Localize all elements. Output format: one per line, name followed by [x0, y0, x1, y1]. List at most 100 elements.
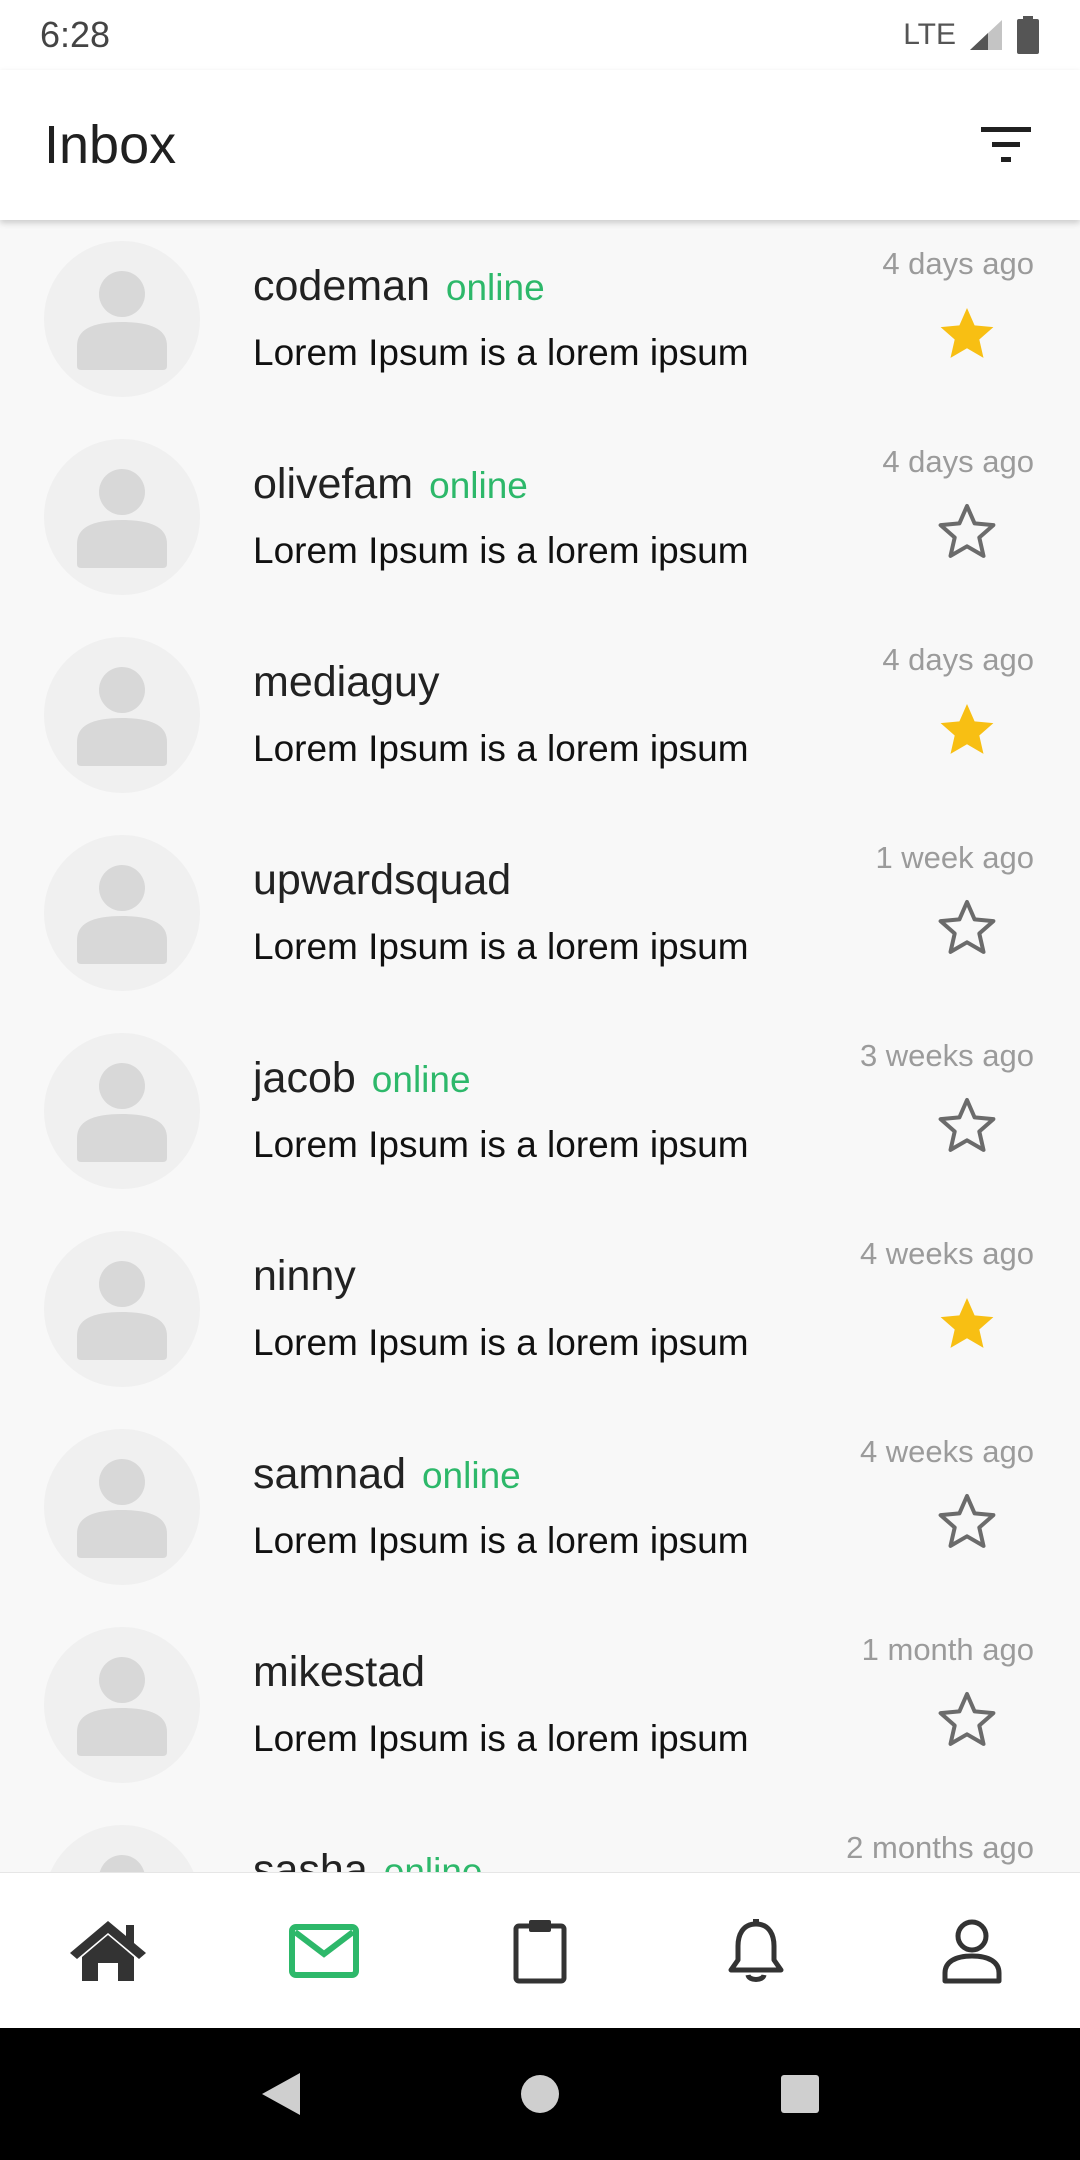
name-line: samnad online	[253, 1450, 521, 1499]
star-filled-icon	[940, 308, 994, 358]
system-navigation-bar	[0, 2028, 1080, 2160]
message-time: 2 months ago	[846, 1830, 1034, 1865]
star-toggle[interactable]	[937, 898, 997, 958]
online-status: online	[445, 267, 545, 308]
back-icon	[262, 2073, 300, 2115]
square-recents-icon	[781, 2075, 819, 2113]
contact-name: upwardsquad	[253, 856, 512, 904]
back-button[interactable]	[240, 2054, 320, 2134]
user-placeholder-icon	[99, 1855, 145, 1872]
name-line: jacob online	[253, 1054, 471, 1103]
conversation-row[interactable]: samnad online Lorem Ipsum is a lorem ipsum…	[0, 1408, 1080, 1606]
star-toggle[interactable]	[937, 1096, 997, 1156]
avatar	[44, 637, 200, 793]
avatar	[44, 1825, 200, 1872]
star-outline-icon	[938, 1494, 996, 1548]
star-toggle[interactable]	[937, 1492, 997, 1552]
user-placeholder-icon	[77, 1459, 167, 1558]
avatar	[44, 835, 200, 991]
home-icon	[70, 1920, 146, 1981]
message-preview: Lorem Ipsum is a lorem ipsum	[253, 1322, 749, 1363]
message-preview: Lorem Ipsum is a lorem ipsum	[253, 530, 749, 571]
message-time: 1 month ago	[861, 1632, 1034, 1667]
filter-icon	[981, 127, 1031, 162]
nav-tasks[interactable]	[480, 1891, 600, 2011]
online-status: online	[371, 1059, 471, 1100]
user-placeholder-icon	[77, 1261, 167, 1360]
star-toggle[interactable]	[937, 1294, 997, 1354]
status-time: 6:28	[40, 14, 111, 55]
status-bar: 6:28 LTE	[0, 0, 1080, 70]
conversation-row[interactable]: jacob online Lorem Ipsum is a lorem ipsum 3…	[0, 1012, 1080, 1210]
avatar	[44, 439, 200, 595]
online-status: online	[383, 1851, 483, 1872]
star-toggle[interactable]	[937, 700, 997, 760]
contact-name: codeman	[253, 262, 430, 310]
message-time: 4 weeks ago	[859, 1434, 1034, 1469]
star-outline-icon	[938, 1692, 996, 1746]
name-line: mediaguy	[253, 658, 439, 707]
user-placeholder-icon	[77, 1063, 167, 1162]
contact-name: mikestad	[253, 1648, 426, 1696]
avatar	[44, 1231, 200, 1387]
online-status: online	[429, 465, 528, 506]
filter-button[interactable]	[976, 115, 1036, 175]
online-status: online	[421, 1455, 521, 1496]
nav-messages[interactable]	[264, 1891, 384, 2011]
message-time: 1 week ago	[875, 840, 1034, 875]
user-placeholder-icon	[77, 1657, 167, 1756]
conversation-row[interactable]: upwardsquad Lorem Ipsum is a lorem ipsum 1…	[0, 814, 1080, 1012]
conversation-row[interactable]: mediaguy Lorem Ipsum is a lorem ipsum 4 da…	[0, 616, 1080, 814]
avatar	[44, 241, 200, 397]
message-preview: Lorem Ipsum is a lorem ipsum	[253, 1124, 749, 1165]
message-time: 4 days ago	[882, 246, 1034, 281]
conversation-row[interactable]: sashaonlineLorem Ipsum is a lorem ipsum2…	[0, 1804, 1080, 1872]
name-line: upwardsquad	[253, 856, 511, 905]
contact-name: olivefam	[253, 460, 414, 508]
nav-notifications[interactable]	[696, 1891, 816, 2011]
clipboard-icon	[513, 1919, 567, 1983]
conversation-row[interactable]: mikestad Lorem Ipsum is a lorem ipsum 1 mo…	[0, 1606, 1080, 1804]
contact-name: samnad	[253, 1450, 406, 1498]
message-preview: Lorem Ipsum is a lorem ipsum	[253, 1520, 749, 1561]
conversation-list[interactable]: codeman online Lorem Ipsum is a lorem ipsu…	[0, 220, 1080, 1872]
network-type: LTE	[903, 18, 956, 51]
star-filled-icon	[940, 1298, 994, 1348]
message-time: 4 days ago	[882, 444, 1034, 479]
contact-name: jacob	[253, 1054, 356, 1102]
name-line: olivefam online	[253, 460, 528, 509]
star-toggle[interactable]	[937, 1690, 997, 1750]
bell-icon	[728, 1918, 784, 1982]
page-title: Inbox	[44, 115, 177, 175]
star-toggle[interactable]	[937, 502, 997, 562]
circle-home-icon	[521, 2075, 559, 2113]
name-line: ninny	[253, 1252, 356, 1301]
star-outline-icon	[938, 504, 996, 558]
mail-icon	[289, 1923, 359, 1978]
home-system-button[interactable]	[500, 2054, 580, 2134]
contact-name: mediaguy	[253, 658, 440, 706]
contact-name: ninny	[253, 1252, 356, 1300]
avatar	[44, 1627, 200, 1783]
conversation-row[interactable]: codeman online Lorem Ipsum is a lorem ipsu…	[0, 220, 1080, 418]
bottom-nav	[0, 1872, 1080, 2028]
avatar	[44, 1033, 200, 1189]
conversation-row[interactable]: ninny Lorem Ipsum is a lorem ipsum 4 weeks…	[0, 1210, 1080, 1408]
nav-home[interactable]	[48, 1891, 168, 2011]
profile-icon	[942, 1919, 1002, 1983]
message-preview: Lorem Ipsum is a lorem ipsum	[253, 926, 749, 967]
message-time: 3 weeks ago	[859, 1038, 1034, 1073]
message-preview: Lorem Ipsum is a lorem ipsum	[253, 1718, 749, 1759]
status-icons: LTE	[903, 16, 1040, 54]
name-line: sasha online	[253, 1846, 483, 1872]
conversation-row[interactable]: olivefam online Lorem Ipsum is a lorem ips…	[0, 418, 1080, 616]
avatar	[44, 1429, 200, 1585]
recents-button[interactable]	[760, 2054, 840, 2134]
message-time: 4 days ago	[882, 642, 1034, 677]
nav-profile[interactable]	[912, 1891, 1032, 2011]
star-outline-icon	[938, 900, 996, 954]
user-placeholder-icon	[77, 865, 167, 964]
star-toggle[interactable]	[937, 304, 997, 364]
name-line: codeman online	[253, 262, 545, 311]
message-preview: Lorem Ipsum is a lorem ipsum	[253, 332, 749, 373]
